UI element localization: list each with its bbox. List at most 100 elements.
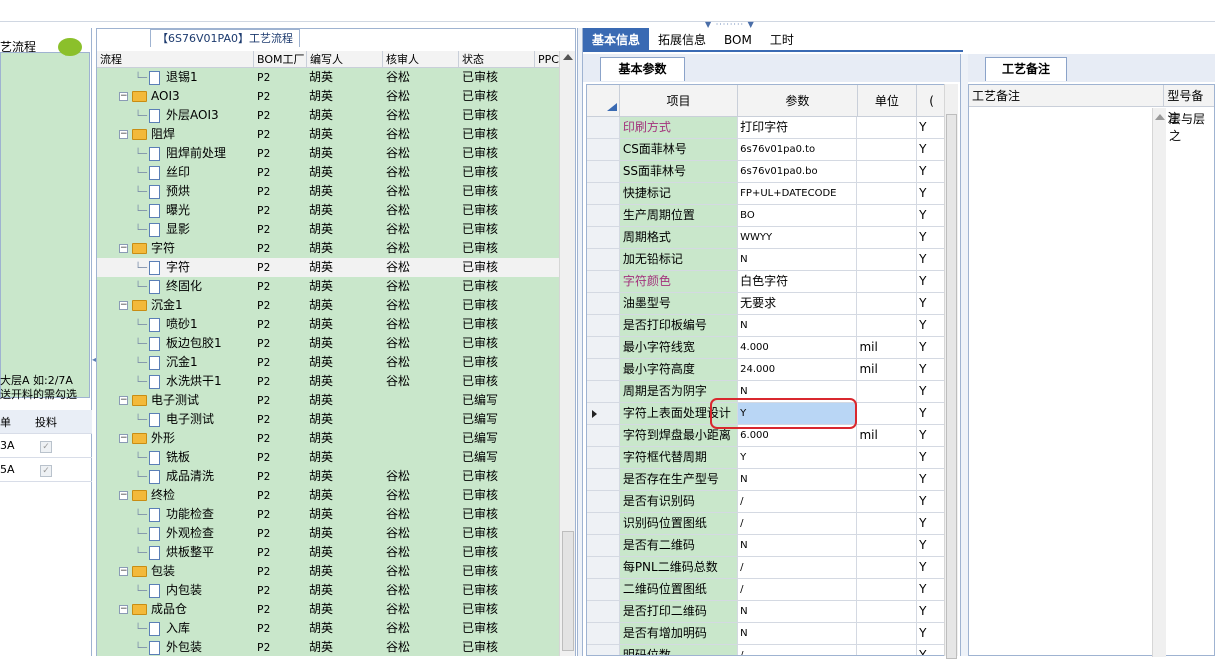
col-bom-factory[interactable]: BOM工厂 xyxy=(254,51,307,67)
param-row[interactable]: 是否打印二维码 N Y xyxy=(587,601,947,623)
param-row[interactable]: 快捷标记 FP+UL+DATECODE Y xyxy=(587,183,947,205)
col-status[interactable]: 状态 xyxy=(459,51,535,67)
collapse-icon[interactable]: − xyxy=(119,396,128,405)
collapse-icon[interactable]: − xyxy=(119,434,128,443)
tree-row[interactable]: └─ 电子测试 P2 胡英 已编写 xyxy=(97,410,559,429)
tree-row[interactable]: − AOI3 P2 胡英 谷松 已审核 xyxy=(97,87,559,106)
param-value[interactable]: 6s76v01pa0.to xyxy=(738,139,858,160)
tab-basic-params[interactable]: 基本参数 xyxy=(600,57,685,81)
col-writer[interactable]: 编写人 xyxy=(307,51,383,67)
param-value[interactable]: / xyxy=(738,557,858,578)
param-value[interactable]: / xyxy=(738,513,858,534)
row-indicator[interactable] xyxy=(587,491,620,512)
tab-work-hours[interactable]: 工时 xyxy=(761,28,803,50)
param-row[interactable]: 生产周期位置 BO Y xyxy=(587,205,947,227)
collapse-icon[interactable]: − xyxy=(119,605,128,614)
tree-row[interactable]: − 字符 P2 胡英 谷松 已审核 xyxy=(97,239,559,258)
middle-splitter[interactable] xyxy=(577,28,583,656)
param-row[interactable]: 字符颜色 白色字符 Y xyxy=(587,271,947,293)
row-indicator[interactable] xyxy=(587,205,620,226)
tree-row[interactable]: └─ 水洗烘干1 P2 胡英 谷松 已审核 xyxy=(97,372,559,391)
table-row[interactable]: 5A ✓ xyxy=(0,458,92,482)
tree-row[interactable]: └─ 字符 P2 胡英 谷松 已审核 xyxy=(97,258,559,277)
tree-row[interactable]: − 沉金1 P2 胡英 谷松 已审核 xyxy=(97,296,559,315)
scroll-thumb[interactable] xyxy=(562,531,574,651)
col-param[interactable]: 参数 xyxy=(738,85,858,116)
collapse-icon[interactable]: − xyxy=(119,244,128,253)
row-indicator[interactable] xyxy=(587,183,620,204)
param-row[interactable]: 是否有识别码 / Y xyxy=(587,491,947,513)
feed-checkbox[interactable]: ✓ xyxy=(40,464,52,477)
param-row[interactable]: 周期格式 WWYY Y xyxy=(587,227,947,249)
row-indicator[interactable] xyxy=(587,227,620,248)
param-row[interactable]: 油墨型号 无要求 Y xyxy=(587,293,947,315)
tree-row[interactable]: − 电子测试 P2 胡英 已编写 xyxy=(97,391,559,410)
col-process-remark[interactable]: 工艺备注 xyxy=(969,85,1165,106)
tree-row[interactable]: − 阻焊 P2 胡英 谷松 已审核 xyxy=(97,125,559,144)
tree-row[interactable]: └─ 喷砂1 P2 胡英 谷松 已审核 xyxy=(97,315,559,334)
tree-row[interactable]: └─ 成品清洗 P2 胡英 谷松 已审核 xyxy=(97,467,559,486)
param-value[interactable]: 无要求 xyxy=(738,293,858,314)
param-row[interactable]: 最小字符高度 24.000 mil Y xyxy=(587,359,947,381)
tree-row[interactable]: └─ 烘板整平 P2 胡英 谷松 已审核 xyxy=(97,543,559,562)
tree-row[interactable]: − 终检 P2 胡英 谷松 已审核 xyxy=(97,486,559,505)
row-indicator[interactable] xyxy=(587,249,620,270)
param-value[interactable]: 打印字符 xyxy=(738,117,858,138)
process-tree-scrollbar[interactable] xyxy=(559,51,575,656)
tree-row[interactable]: └─ 内包装 P2 胡英 谷松 已审核 xyxy=(97,581,559,600)
tree-row[interactable]: └─ 板边包胶1 P2 胡英 谷松 已审核 xyxy=(97,334,559,353)
param-row[interactable]: CS面菲林号 6s76v01pa0.to Y xyxy=(587,139,947,161)
param-row[interactable]: SS面菲林号 6s76v01pa0.bo Y xyxy=(587,161,947,183)
horizontal-splitter-grip[interactable]: ▼ ········ ▼ xyxy=(705,20,775,29)
right-splitter[interactable] xyxy=(960,54,968,656)
row-indicator[interactable] xyxy=(587,601,620,622)
tab-bom[interactable]: BOM xyxy=(715,28,761,50)
collapse-icon[interactable]: − xyxy=(119,567,128,576)
tree-row[interactable]: └─ 入库 P2 胡英 谷松 已审核 xyxy=(97,619,559,638)
tree-row[interactable]: └─ 铣板 P2 胡英 已编写 xyxy=(97,448,559,467)
row-indicator[interactable] xyxy=(587,513,620,534)
col-flag[interactable]: ( xyxy=(917,85,947,116)
tree-row[interactable]: └─ 显影 P2 胡英 谷松 已审核 xyxy=(97,220,559,239)
param-row[interactable]: 是否打印板编号 N Y xyxy=(587,315,947,337)
param-row[interactable]: 印刷方式 打印字符 Y xyxy=(587,117,947,139)
param-value[interactable]: N xyxy=(738,315,858,336)
param-value[interactable]: / xyxy=(738,645,858,655)
param-row[interactable]: 明码位数 / Y xyxy=(587,645,947,655)
tree-row[interactable]: └─ 外包装 P2 胡英 谷松 已审核 xyxy=(97,638,559,657)
params-scrollbar[interactable] xyxy=(944,84,958,659)
param-value[interactable]: FP+UL+DATECODE xyxy=(738,183,858,204)
tree-row[interactable]: └─ 丝印 P2 胡英 谷松 已审核 xyxy=(97,163,559,182)
chat-bubble-icon[interactable] xyxy=(58,38,82,56)
tab-extended-info[interactable]: 拓展信息 xyxy=(649,28,715,50)
tree-row[interactable]: └─ 退锡1 P2 胡英 谷松 已审核 xyxy=(97,68,559,87)
tree-row[interactable]: − 成品仓 P2 胡英 谷松 已审核 xyxy=(97,600,559,619)
param-value[interactable]: N xyxy=(738,535,858,556)
param-value[interactable]: N xyxy=(738,249,858,270)
scroll-up-icon[interactable] xyxy=(1155,114,1165,120)
tree-row[interactable]: └─ 预烘 P2 胡英 谷松 已审核 xyxy=(97,182,559,201)
feed-checkbox[interactable]: ✓ xyxy=(40,440,52,453)
tree-row[interactable]: └─ 外观检查 P2 胡英 谷松 已审核 xyxy=(97,524,559,543)
row-indicator[interactable] xyxy=(587,447,620,468)
param-value[interactable]: 24.000 xyxy=(738,359,858,380)
row-indicator[interactable] xyxy=(587,315,620,336)
row-indicator[interactable] xyxy=(587,381,620,402)
param-value[interactable]: 4.000 xyxy=(738,337,858,358)
param-row[interactable]: 最小字符线宽 4.000 mil Y xyxy=(587,337,947,359)
param-row[interactable]: 每PNL二维码总数 / Y xyxy=(587,557,947,579)
row-indicator[interactable] xyxy=(587,117,620,138)
param-row[interactable]: 是否有增加明码 N Y xyxy=(587,623,947,645)
collapse-icon[interactable]: − xyxy=(119,130,128,139)
row-indicator[interactable] xyxy=(587,557,620,578)
process-remark-text[interactable] xyxy=(969,108,1166,657)
model-remark-text[interactable]: 层与层之 xyxy=(1169,110,1215,144)
param-value[interactable]: N xyxy=(738,623,858,644)
scroll-up-icon[interactable] xyxy=(563,54,573,60)
param-row[interactable]: 是否有二维码 N Y xyxy=(587,535,947,557)
param-value[interactable]: Y xyxy=(738,447,858,468)
collapse-icon[interactable]: − xyxy=(119,301,128,310)
param-value[interactable]: WWYY xyxy=(738,227,858,248)
table-row[interactable]: 3A ✓ xyxy=(0,434,92,458)
tree-row[interactable]: − 外形 P2 胡英 已编写 xyxy=(97,429,559,448)
